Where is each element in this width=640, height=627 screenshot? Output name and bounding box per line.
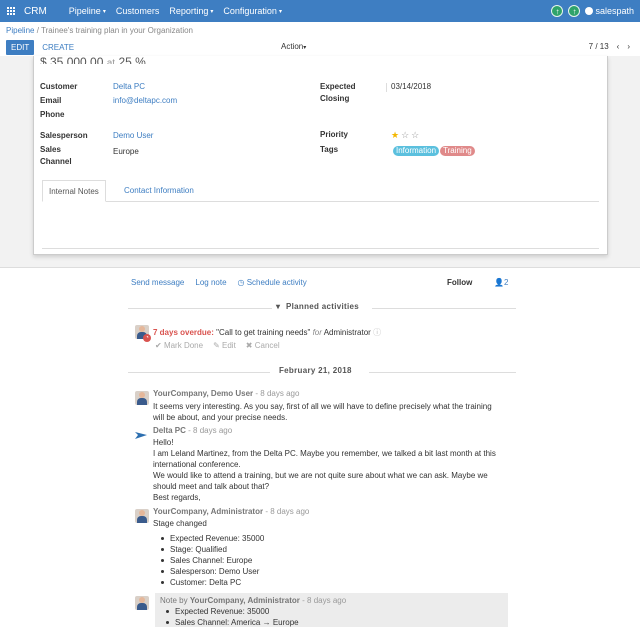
- tab-internal-notes[interactable]: Internal Notes: [42, 180, 106, 202]
- clock-icon: ◔: [143, 334, 151, 342]
- list-item: Stage: Qualified: [155, 544, 264, 555]
- list-item: Customer: Delta PC: [155, 577, 264, 588]
- info-icon[interactable]: ⓘ: [373, 328, 381, 337]
- star-filled-icon[interactable]: ★: [391, 130, 399, 141]
- follow-button[interactable]: Follow: [447, 278, 472, 287]
- message-body: Stage changed: [153, 519, 207, 528]
- tags-field[interactable]: Information Training: [393, 146, 475, 156]
- user-icon: 👤: [494, 278, 504, 287]
- schedule-activity-button[interactable]: ◷ Schedule activity: [238, 278, 307, 287]
- action-menu[interactable]: Action▾: [281, 42, 306, 51]
- avatar: [135, 391, 149, 405]
- cancel-activity-button[interactable]: ✖ Cancel: [246, 341, 280, 350]
- breadcrumb-current: Trainee's training plan in your Organiza…: [41, 26, 193, 35]
- list-item: Expected Revenue: 35000: [155, 533, 264, 544]
- priority-label: Priority: [320, 130, 349, 139]
- menu-customers[interactable]: Customers: [116, 6, 160, 16]
- chevron-down-icon: ▾: [278, 8, 282, 15]
- tag-training[interactable]: Training: [440, 146, 475, 156]
- list-item: Salesperson: Demo User: [155, 566, 264, 577]
- edit-activity-button[interactable]: ✎ Edit: [213, 341, 236, 350]
- list-item: Sales Channel: America → Europe: [160, 617, 299, 627]
- chevron-down-icon: ▾: [102, 8, 106, 15]
- activity-icon[interactable]: ↑: [568, 5, 581, 17]
- expected-closing-field[interactable]: 03/14/2018: [391, 80, 431, 93]
- date-separator: February 21, 2018: [128, 366, 516, 379]
- tracking-values: Expected Revenue: 35000 Stage: Qualified…: [155, 533, 264, 588]
- apps-icon[interactable]: [0, 0, 22, 22]
- clock-icon: ◷: [237, 278, 247, 287]
- company-logo-icon: [134, 428, 148, 442]
- sales-channel-label-2: Channel: [40, 157, 72, 166]
- message-author[interactable]: YourCompany, Administrator - 8 days ago: [153, 507, 309, 516]
- phone-label: Phone: [40, 110, 65, 119]
- list-item: Sales Channel: Europe: [155, 555, 264, 566]
- field-divider: [386, 83, 387, 92]
- star-empty-icon[interactable]: ☆: [401, 130, 409, 141]
- edit-button[interactable]: EDIT: [6, 40, 35, 55]
- tags-label: Tags: [320, 145, 339, 154]
- chevron-down-icon: ▾: [303, 45, 307, 51]
- activity-buttons: ✔ Mark Done ✎ Edit ✖ Cancel: [155, 341, 280, 350]
- message-body: It seems very interesting. As you say, f…: [153, 402, 492, 422]
- create-button[interactable]: CREATE: [40, 40, 76, 55]
- pager-next-icon[interactable]: ›: [627, 42, 630, 51]
- activity-item: 7 days overdue: "Call to get training ne…: [153, 328, 382, 337]
- avatar: [135, 596, 149, 610]
- app-name: CRM: [24, 5, 47, 17]
- email-field[interactable]: info@deltapc.com: [113, 94, 177, 107]
- pager: 7 / 13 ‹ ›: [589, 42, 630, 51]
- menu-configuration[interactable]: Configuration ▾: [223, 6, 282, 16]
- avatar: [135, 509, 149, 523]
- top-navbar: CRM Pipeline ▾ Customers Reporting ▾ Confi…: [0, 0, 640, 22]
- log-note-button[interactable]: Log note: [195, 278, 226, 287]
- list-item: Expected Revenue: 35000: [160, 606, 299, 617]
- message-body: Hello! I am Leland Martinez, from the De…: [153, 438, 496, 502]
- send-message-button[interactable]: Send message: [131, 278, 184, 287]
- email-label: Email: [40, 96, 62, 105]
- caret-down-icon: ▾: [276, 302, 281, 311]
- sales-channel-field[interactable]: Europe: [113, 145, 139, 158]
- menu-reporting[interactable]: Reporting ▾: [169, 6, 213, 16]
- notes-divider: [42, 248, 599, 249]
- chevron-down-icon: ▾: [210, 8, 214, 15]
- expected-revenue: $ 35,000.00 at 25 %: [40, 56, 146, 64]
- chatter-actions: Send message Log note ◷ Schedule activit…: [131, 278, 307, 287]
- salesperson-field[interactable]: Demo User: [113, 129, 153, 142]
- followers-button[interactable]: 👤2: [494, 278, 508, 287]
- user-menu[interactable]: salespath: [585, 6, 634, 16]
- tab-contact-information[interactable]: Contact Information: [118, 180, 200, 202]
- tracking-values: Expected Revenue: 35000 Sales Channel: A…: [160, 606, 299, 627]
- pager-prev-icon[interactable]: ‹: [617, 42, 620, 51]
- star-empty-icon[interactable]: ☆: [411, 130, 419, 141]
- message-author[interactable]: Note by YourCompany, Administrator - 8 d…: [160, 596, 346, 605]
- planned-activities-separator[interactable]: ▾ Planned activities: [128, 302, 516, 315]
- tag-information[interactable]: Information: [393, 146, 440, 156]
- message-author[interactable]: Delta PC - 8 days ago: [153, 426, 232, 435]
- breadcrumb: Pipeline / Trainee's training plan in yo…: [6, 26, 193, 35]
- customer-field[interactable]: Delta PC: [113, 80, 145, 93]
- message-author[interactable]: YourCompany, Demo User - 8 days ago: [153, 389, 299, 398]
- customer-label: Customer: [40, 82, 78, 91]
- menu-pipeline[interactable]: Pipeline ▾: [69, 6, 106, 16]
- discuss-icon[interactable]: ↑: [551, 5, 564, 17]
- closing-label-2: Closing: [320, 94, 350, 103]
- salesperson-label: Salesperson: [40, 131, 88, 140]
- priority-widget[interactable]: ★ ☆ ☆: [391, 130, 419, 141]
- avatar: [585, 7, 594, 15]
- form-sheet: $ 35,000.00 at 25 % Customer Delta PC Em…: [33, 56, 608, 255]
- mark-done-button[interactable]: ✔ Mark Done: [155, 341, 203, 350]
- breadcrumb-pipeline[interactable]: Pipeline: [6, 26, 34, 35]
- pager-value[interactable]: 7 / 13: [589, 42, 609, 51]
- form-tabs: Internal Notes Contact Information: [42, 180, 599, 202]
